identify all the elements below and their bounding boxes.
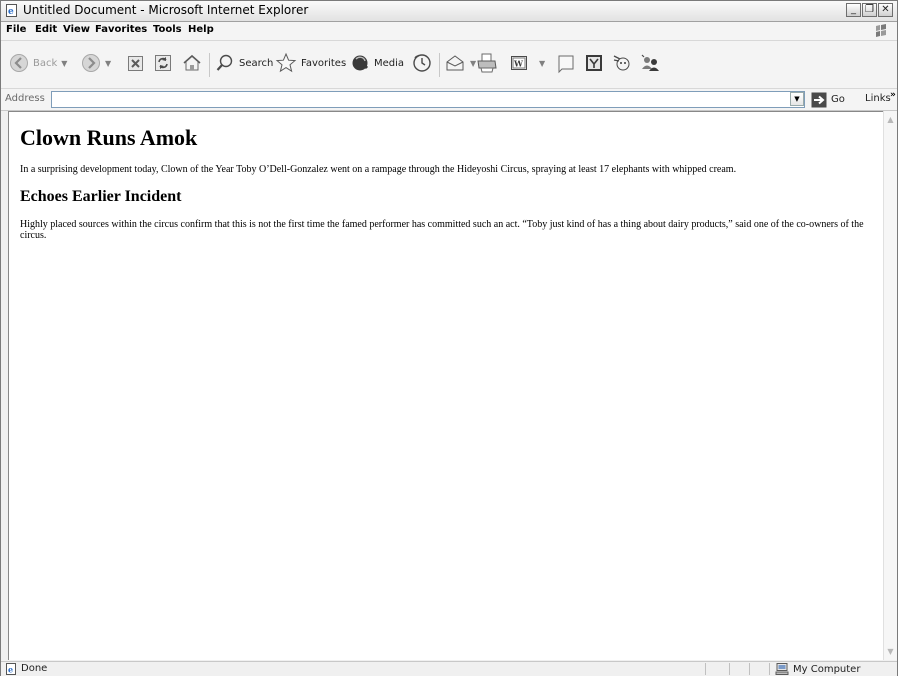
status-pane-divider [749,663,750,675]
ie-page-icon: e [6,663,16,675]
forward-arrow-icon [82,54,100,72]
window-title: Untitled Document - Microsoft Internet E… [23,3,309,17]
print-icon [477,53,497,73]
search-icon [216,54,233,71]
close-button[interactable]: ✕ [878,3,893,17]
menu-bar: File Edit View Favorites Tools Help [1,22,897,41]
refresh-button[interactable] [153,49,173,77]
print-button[interactable] [476,49,498,77]
address-dropdown-icon[interactable]: ▼ [790,92,804,106]
stop-button[interactable] [126,49,146,77]
toolbar-separator [439,53,440,77]
address-input[interactable] [51,91,805,108]
status-pane-divider [769,663,770,675]
article-heading: Clown Runs Amok [20,125,198,150]
links-more-icon[interactable]: » [890,90,896,100]
mail-button[interactable]: ▼ [444,49,476,77]
document-body: Clown Runs Amok In a surprising developm… [20,112,876,241]
discuss-icon [558,55,574,74]
minimize-button[interactable]: _ [846,3,861,17]
research-icon [586,55,602,71]
go-label: Go [831,94,845,105]
back-dropdown-icon[interactable]: ▼ [61,59,67,68]
media-button[interactable]: Media [350,49,404,77]
stop-icon [128,56,143,71]
svg-text:W: W [513,59,524,69]
go-button[interactable]: Go [811,91,845,108]
restore-button[interactable]: ❐ [862,3,877,17]
menu-view[interactable]: View [63,24,90,35]
history-button[interactable] [411,49,433,77]
contacts-icon [641,54,659,71]
messenger-button[interactable] [611,49,633,77]
toolbar-separator [209,53,210,77]
zone-label: My Computer [793,663,861,675]
home-icon [183,54,201,71]
title-bar[interactable]: e Untitled Document - Microsoft Internet… [1,1,897,22]
forward-dropdown-icon[interactable]: ▼ [105,59,111,68]
article-paragraph: In a surprising development today, Clown… [20,164,737,175]
menu-file[interactable]: File [6,24,26,35]
status-pane-divider [705,663,706,675]
browser-window: e Untitled Document - Microsoft Internet… [0,0,898,676]
search-button[interactable]: Search [215,49,273,77]
status-bar: e Done My Computer [1,661,897,676]
favorites-label: Favorites [301,57,347,69]
home-button[interactable] [181,49,203,77]
forward-button[interactable]: ▼ [81,49,111,77]
svg-text:e: e [8,665,13,675]
menu-favorites[interactable]: Favorites [95,24,147,35]
menu-tools[interactable]: Tools [153,24,182,35]
page-content: Clown Runs Amok In a surprising developm… [8,111,883,660]
menu-edit[interactable]: Edit [35,24,57,35]
search-label: Search [239,57,274,69]
vertical-scrollbar[interactable]: ▲ ▼ [883,111,897,660]
media-icon [352,55,369,71]
my-computer-icon [775,663,789,675]
menu-help[interactable]: Help [188,24,214,35]
back-label: Back [33,57,58,69]
scroll-down-icon[interactable]: ▼ [884,645,897,658]
address-bar: Address ▼ Go Links » [1,89,897,111]
research-button[interactable] [584,49,604,77]
windows-flag-icon [876,24,886,37]
address-label: Address [5,93,45,104]
status-text: Done [21,663,48,674]
contacts-button[interactable] [639,49,661,77]
refresh-icon [155,55,171,71]
article-paragraph-2: Highly placed sources within the circus … [20,219,864,241]
svg-text:e: e [8,7,14,17]
standard-toolbar: Back ▼ ▼ Search Favorites Media ▼ W ▼ [1,41,897,89]
edit-button[interactable]: W ▼ [509,49,545,77]
article-subheading: Echoes Earlier Incident [20,188,182,205]
status-pane-divider [729,663,730,675]
back-button[interactable]: Back ▼ [9,49,67,77]
links-toolbar[interactable]: Links [865,93,891,104]
favorites-button[interactable]: Favorites [275,49,346,77]
media-label: Media [374,57,405,69]
security-zone[interactable]: My Computer [775,662,860,676]
edit-dropdown-icon[interactable]: ▼ [539,59,545,68]
scroll-up-icon[interactable]: ▲ [884,113,897,126]
history-icon [413,54,431,72]
edit-word-icon: W [511,56,527,70]
go-arrow-icon [811,92,827,107]
messenger-icon [613,55,630,71]
discuss-button[interactable] [556,49,578,77]
favorites-star-icon [275,52,297,73]
ie-page-icon: e [6,4,17,17]
back-arrow-icon [10,54,28,72]
mail-icon [446,55,464,71]
